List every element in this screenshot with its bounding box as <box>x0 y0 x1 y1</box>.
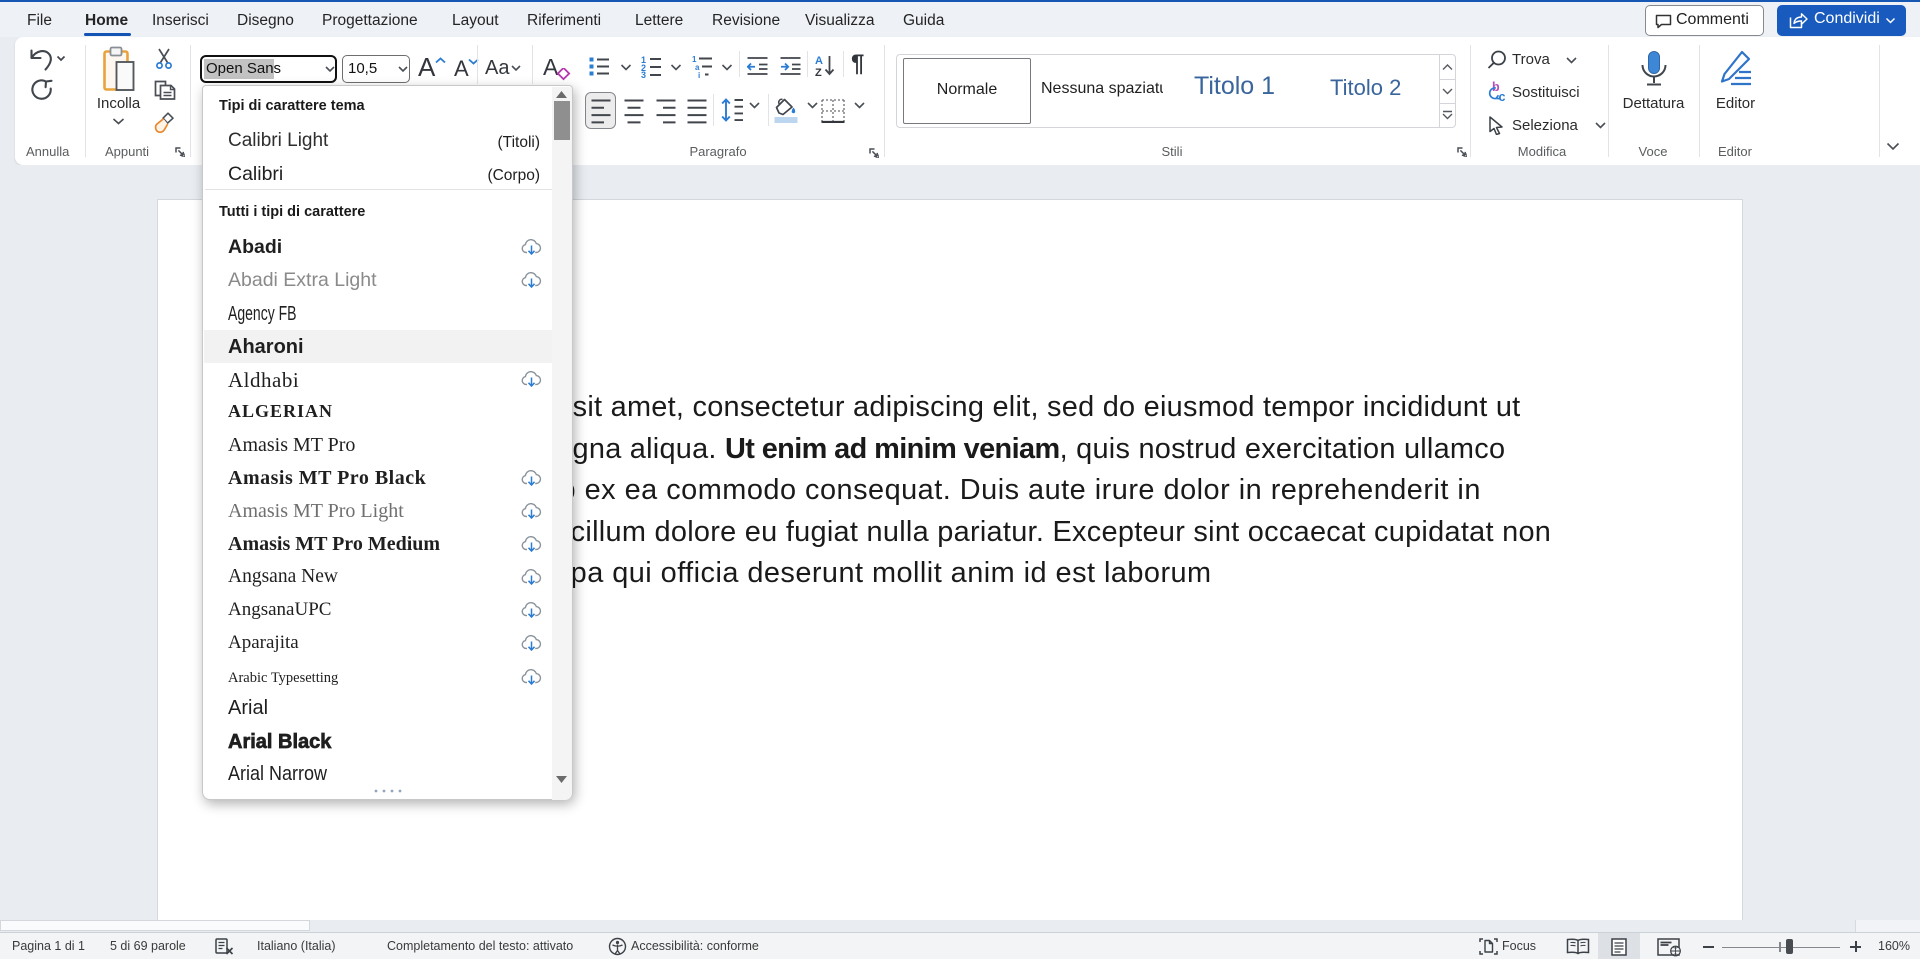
svg-text:Z: Z <box>815 67 822 78</box>
svg-text:A: A <box>815 55 823 67</box>
svg-text:c: c <box>1499 90 1506 103</box>
svg-text:3: 3 <box>641 70 646 78</box>
svg-text:i: i <box>698 71 700 78</box>
